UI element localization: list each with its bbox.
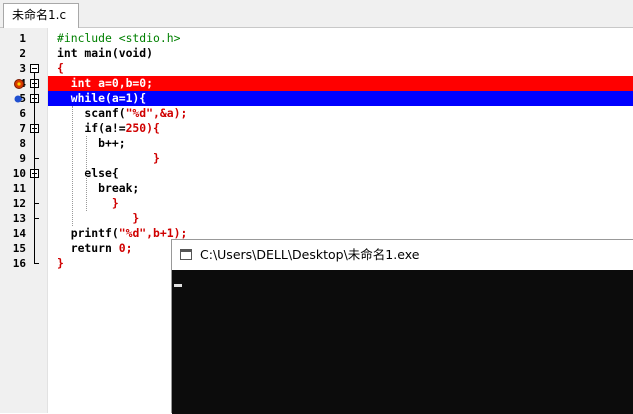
fold-end-marker (34, 203, 39, 204)
line-number: 3 (19, 62, 26, 75)
fold-end-marker (34, 158, 39, 159)
console-output[interactable] (172, 270, 633, 414)
code-line[interactable]: 11 break; (0, 181, 633, 196)
indent-guide (72, 106, 73, 226)
breakpoint-arrow-icon (14, 93, 24, 103)
console-window[interactable]: C:\Users\DELL\Desktop\未命名1.exe (171, 239, 633, 414)
tab-bar: 未命名1.c (0, 0, 633, 28)
code-text: scanf("%d",&a); (57, 106, 188, 120)
code-text: return 0; (57, 241, 133, 255)
code-line[interactable]: 12 } (0, 196, 633, 211)
line-number: 10 (12, 167, 26, 180)
code-text: else{ (57, 166, 119, 180)
code-line[interactable]: 8 b++; (0, 136, 633, 151)
fold-toggle-icon[interactable] (30, 64, 39, 73)
fold-end-marker (34, 218, 39, 219)
tab-label: 未命名1.c (12, 8, 67, 22)
code-line[interactable]: 2 int main(void) (0, 46, 633, 61)
code-line[interactable]: 4 int a=0,b=0; (0, 76, 633, 91)
code-line[interactable]: 10 else{ (0, 166, 633, 181)
code-text: printf("%d",b+1); (57, 226, 188, 240)
code-text: } (57, 256, 64, 270)
code-text: { (57, 61, 64, 75)
line-number: 13 (12, 212, 26, 225)
fold-end-marker (34, 263, 39, 264)
console-cursor (174, 284, 182, 287)
line-number: 14 (12, 227, 26, 240)
error-icon (14, 78, 24, 89)
code-text: int a=0,b=0; (57, 76, 154, 90)
code-line[interactable]: 6 scanf("%d",&a); (0, 106, 633, 121)
code-line[interactable]: 1 #include <stdio.h> (0, 31, 633, 46)
code-line[interactable]: 13 } (0, 211, 633, 226)
line-number: 12 (12, 197, 26, 210)
line-number: 15 (12, 242, 26, 255)
line-number: 7 (19, 122, 26, 135)
line-number: 1 (19, 32, 26, 45)
code-text: } (57, 211, 140, 225)
code-text: } (57, 196, 119, 210)
code-text: while(a=1){ (57, 91, 147, 105)
console-title: C:\Users\DELL\Desktop\未命名1.exe (200, 247, 420, 262)
line-number: 9 (19, 152, 26, 165)
code-text: b++; (57, 136, 126, 150)
code-text: break; (57, 181, 140, 195)
code-line[interactable]: 7 if(a!=250){ (0, 121, 633, 136)
line-number: 11 (12, 182, 26, 195)
line-number: 6 (19, 107, 26, 120)
tab-file[interactable]: 未命名1.c (3, 3, 79, 28)
fold-line (34, 73, 35, 264)
code-line[interactable]: 3{ (0, 61, 633, 76)
code-text: #include <stdio.h> (57, 31, 181, 45)
code-text: int main(void) (57, 46, 154, 60)
line-number: 16 (12, 257, 26, 270)
line-number: 2 (19, 47, 26, 60)
console-title-bar[interactable]: C:\Users\DELL\Desktop\未命名1.exe (172, 240, 633, 270)
console-window-icon (180, 249, 192, 260)
line-number: 8 (19, 137, 26, 150)
code-line[interactable]: 9 } (0, 151, 633, 166)
code-line[interactable]: 5 while(a=1){ (0, 91, 633, 106)
indent-guide (86, 136, 87, 211)
